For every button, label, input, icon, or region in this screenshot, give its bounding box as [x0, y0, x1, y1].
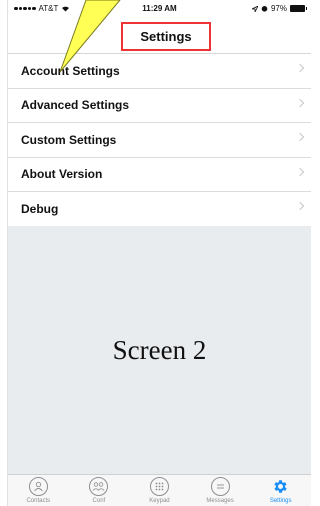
tab-label: Settings [269, 498, 292, 504]
chat-bubble-icon [210, 477, 230, 496]
battery-indicator: 97% [251, 4, 307, 13]
tab-conf[interactable]: Conf [69, 475, 130, 506]
tab-messages[interactable]: Messages [190, 475, 251, 506]
alarm-icon [261, 6, 268, 12]
menu-item-account-settings[interactable]: Account Settings [8, 54, 311, 89]
group-icon [89, 477, 109, 496]
person-icon [28, 477, 48, 496]
menu-item-label: Account Settings [21, 63, 120, 78]
battery-percent: 97% [270, 4, 287, 13]
chevron-right-icon [295, 63, 305, 73]
gear-icon [271, 477, 290, 496]
location-arrow-icon [251, 5, 258, 12]
tab-label: Messages [206, 498, 234, 504]
tab-keypad[interactable]: Keypad [129, 475, 190, 506]
chevron-right-icon [295, 201, 305, 211]
tab-label: Contacts [26, 498, 51, 504]
page-title-text: Settings [140, 29, 192, 44]
phone-screen: AT&T 11:29 AM 97% Settings Account Setti… [7, 0, 311, 506]
content-area: Screen 2 [8, 226, 311, 474]
menu-item-label: Debug [21, 201, 59, 216]
chevron-right-icon [295, 167, 305, 176]
tab-bar: Contacts Conf Keypad Messages Settings [8, 474, 311, 506]
menu-item-custom-settings[interactable]: Custom Settings [8, 123, 311, 158]
tab-label: Keypad [149, 498, 170, 504]
tab-contacts[interactable]: Contacts [8, 475, 69, 506]
tab-label: Conf [92, 498, 106, 504]
menu-item-debug[interactable]: Debug [8, 192, 311, 227]
keypad-icon [149, 477, 169, 496]
tab-settings[interactable]: Settings [250, 475, 311, 506]
battery-icon [290, 5, 307, 12]
page-title: Settings [121, 22, 211, 51]
menu-item-advanced-settings[interactable]: Advanced Settings [8, 89, 311, 123]
chevron-right-icon [295, 132, 305, 142]
menu-item-label: About Version [21, 167, 103, 182]
chevron-right-icon [295, 98, 305, 107]
status-bar: AT&T 11:29 AM 97% [8, 4, 311, 16]
menu-item-about-version[interactable]: About Version [8, 158, 311, 192]
menu-item-label: Custom Settings [21, 132, 117, 147]
settings-menu: Account Settings Advanced Settings Custo… [8, 54, 311, 227]
screen-label: Screen 2 [112, 334, 207, 365]
menu-item-label: Advanced Settings [21, 98, 130, 113]
